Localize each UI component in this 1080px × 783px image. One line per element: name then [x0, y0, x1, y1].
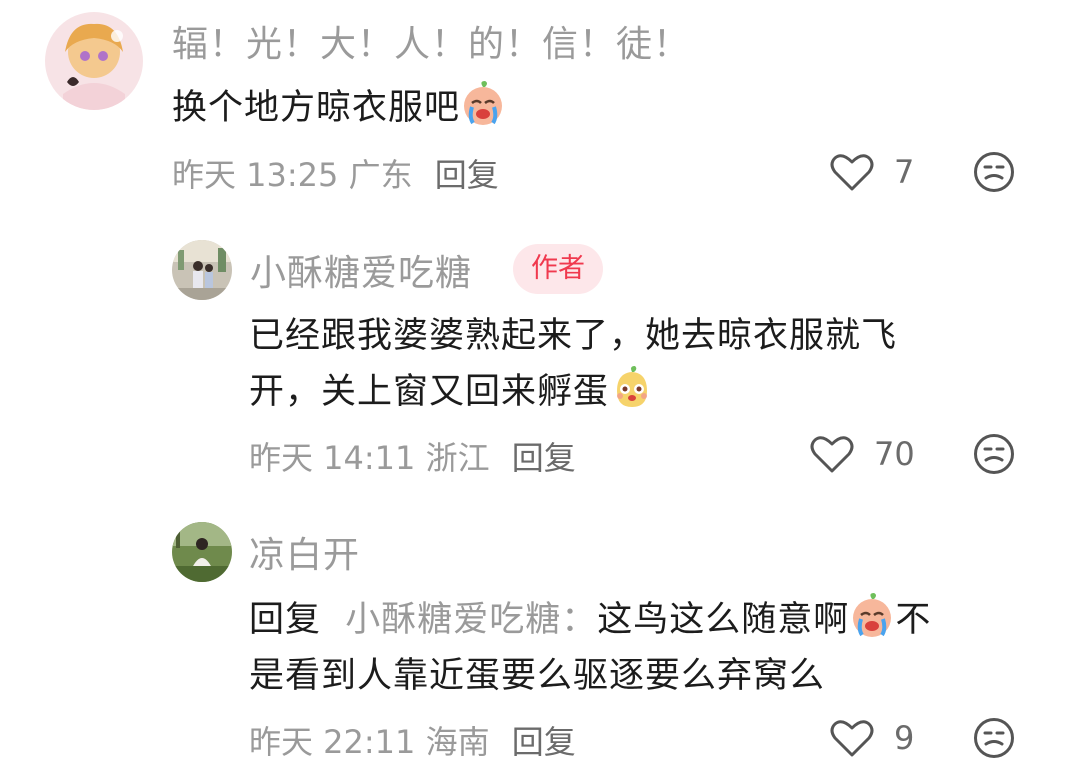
- author-badge: 作者: [513, 244, 603, 294]
- like-button[interactable]: 70: [810, 432, 915, 476]
- dislike-button[interactable]: [973, 433, 1015, 475]
- meh-face-icon: [974, 718, 1014, 758]
- reply-button[interactable]: 回复: [512, 723, 576, 761]
- dislike-button[interactable]: [973, 717, 1015, 759]
- comment-text-content: 这鸟这么随意啊: [597, 600, 850, 640]
- heart-outline-icon: [830, 154, 874, 191]
- comment-text: 已经跟我婆婆熟起来了，她去晾衣服就飞 开，关上窗又回来孵蛋: [249, 308, 1049, 420]
- avatar[interactable]: [172, 522, 232, 582]
- comment-meta: 昨天 13:25 广东 回复: [172, 150, 499, 196]
- like-count: 9: [894, 719, 915, 757]
- comment-text: 换个地方晾衣服吧: [172, 80, 506, 136]
- comment-time: 昨天 14:11: [249, 439, 416, 477]
- avatar[interactable]: [45, 12, 143, 110]
- comment-location: 广东: [348, 156, 413, 194]
- comment-time: 昨天 22:11: [249, 723, 416, 761]
- username[interactable]: 辐！光！大！人！的！信！徒！: [172, 15, 690, 67]
- reply-target-username[interactable]: 小酥糖爱吃糖：: [345, 600, 597, 640]
- like-button[interactable]: 9: [830, 716, 914, 760]
- reply-button[interactable]: 回复: [435, 156, 499, 194]
- comment-text-line-2: 开，关上窗又回来孵蛋: [249, 364, 1049, 420]
- dislike-button[interactable]: [973, 151, 1015, 193]
- happy-face-emoji: [609, 365, 655, 411]
- like-count: 7: [894, 153, 915, 191]
- comment-text-content: 换个地方晾衣服吧: [172, 88, 461, 128]
- comment-meta: 昨天 14:11 浙江 回复: [249, 433, 576, 479]
- heart-outline-icon: [810, 436, 854, 473]
- crying-face-emoji: [460, 81, 506, 127]
- comment-text-content: 开，关上窗又回来孵蛋: [249, 372, 610, 412]
- avatar[interactable]: [172, 240, 232, 300]
- username[interactable]: 凉白开: [249, 526, 360, 578]
- comment-time: 昨天 13:25: [172, 156, 339, 194]
- comment-text: 回复 小酥糖爱吃糖：这鸟这么随意啊 不 是看到人靠近蛋要么驱逐要么弃窝么: [249, 592, 1059, 704]
- comment-text-line: 回复 小酥糖爱吃糖：这鸟这么随意啊 不: [249, 592, 1059, 648]
- comment-text-content-2: 不: [895, 600, 932, 640]
- reply-prefix: 回复: [249, 600, 322, 640]
- like-count: 70: [874, 435, 915, 473]
- like-button[interactable]: 7: [830, 150, 914, 194]
- comment-meta: 昨天 22:11 海南 回复: [249, 717, 576, 763]
- heart-outline-icon: [830, 720, 874, 757]
- crying-face-emoji: [849, 593, 895, 639]
- username[interactable]: 小酥糖爱吃糖: [250, 244, 472, 296]
- comment-text-line-2: 是看到人靠近蛋要么驱逐要么弃窝么: [249, 656, 826, 696]
- comment-text-line: 已经跟我婆婆熟起来了，她去晾衣服就飞: [249, 316, 898, 356]
- meh-face-icon: [974, 434, 1014, 474]
- comment-location: 海南: [425, 723, 490, 761]
- meh-face-icon: [974, 152, 1014, 192]
- comment-location: 浙江: [425, 439, 490, 477]
- reply-button[interactable]: 回复: [512, 439, 576, 477]
